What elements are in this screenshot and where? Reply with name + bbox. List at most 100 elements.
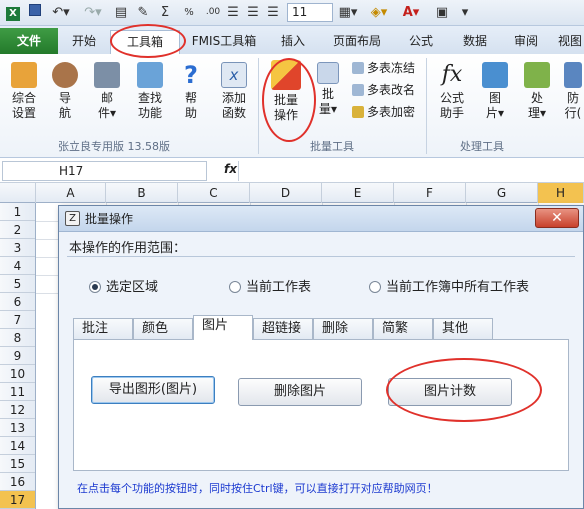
help-question-icon: ? (184, 61, 198, 89)
tab-hyperlinks[interactable]: 超链接 (253, 318, 313, 339)
customize-qat-icon[interactable]: ▾ (458, 3, 472, 22)
dialog-titlebar[interactable]: Z 批量操作 ✕ (59, 206, 583, 232)
column-header[interactable]: E (322, 183, 394, 203)
tab-page-layout[interactable]: 页面布局 (322, 30, 392, 54)
row-header[interactable]: 5 (0, 275, 35, 293)
column-header[interactable]: G (466, 183, 538, 203)
row-header[interactable]: 12 (0, 401, 35, 419)
row-header[interactable]: 7 (0, 311, 35, 329)
decimal-icon[interactable]: .00 (202, 3, 224, 22)
row-header[interactable]: 10 (0, 365, 35, 383)
row-header[interactable]: 8 (0, 329, 35, 347)
row-header[interactable]: 13 (0, 419, 35, 437)
tab-insert[interactable]: 插入 (268, 30, 318, 54)
row-header-selected[interactable]: 17 (0, 491, 35, 509)
group3-label: 处理工具 (460, 140, 504, 153)
tab-home[interactable]: 开始 (62, 30, 106, 54)
align-center-icon[interactable]: ☰ (244, 3, 262, 22)
radio-all-sheets[interactable]: 当前工作簿中所有工作表 (369, 280, 529, 296)
undo-icon[interactable]: ↶▾ (48, 3, 74, 22)
insert-function-icon[interactable]: fx (224, 162, 237, 176)
fx-icon: fx (441, 62, 463, 87)
comprehensive-settings-button[interactable]: 综合 设置 (6, 62, 42, 121)
batch-operation-dialog: Z 批量操作 ✕ 本操作的作用范围： 选定区域 当前工作表 当前工作簿中所有工作… (58, 205, 584, 509)
borders-icon[interactable]: ▦▾ (336, 3, 360, 22)
font-color-icon[interactable]: A▾ (398, 3, 424, 22)
autosum-icon[interactable]: Σ (156, 3, 174, 22)
help-hint-text: 在点击每个功能的按钮时，同时按住Ctrl键，可以直接打开对应帮助网页！ (77, 482, 438, 495)
tab-comments[interactable]: 批注 (73, 318, 133, 339)
protect-icon (564, 62, 582, 88)
rename-icon (352, 84, 364, 96)
tab-fmis-toolbox[interactable]: FMIS工具箱 (184, 30, 264, 54)
dialog-title: 批量操作 (85, 212, 134, 226)
screen-icon[interactable]: ▣ (432, 3, 452, 22)
radio-selected-range[interactable]: 选定区域 (89, 280, 158, 296)
radio-current-sheet[interactable]: 当前工作表 (229, 280, 311, 296)
format-painter-icon[interactable]: ✎ (134, 3, 152, 22)
row-header[interactable]: 14 (0, 437, 35, 455)
row-header[interactable]: 1 (0, 203, 35, 221)
row-header[interactable]: 2 (0, 221, 35, 239)
ship-wheel-icon (52, 62, 78, 88)
tab-file[interactable]: 文件 (0, 28, 58, 54)
row-header[interactable]: 11 (0, 383, 35, 401)
tab-formulas[interactable]: 公式 (396, 30, 446, 54)
protect-button[interactable]: 防 行( (562, 62, 584, 121)
tab-data[interactable]: 数据 (450, 30, 500, 54)
fill-color-icon[interactable]: ◈▾ (366, 3, 392, 22)
formula-assistant-button[interactable]: fx 公式 助手 (432, 62, 472, 121)
tab-review[interactable]: 审阅 (504, 30, 548, 54)
export-pictures-button[interactable]: 导出图形(图片) (91, 376, 215, 404)
row-header[interactable]: 6 (0, 293, 35, 311)
row-header[interactable]: 15 (0, 455, 35, 473)
column-header-selected[interactable]: H (538, 183, 584, 203)
row-header[interactable]: 9 (0, 347, 35, 365)
group-separator (258, 58, 259, 154)
tab-pictures[interactable]: 图片 (193, 315, 253, 340)
row-header[interactable]: 16 (0, 473, 35, 491)
excel-icon[interactable]: X (4, 3, 22, 22)
tab-colors[interactable]: 颜色 (133, 318, 193, 339)
multi-sheet-freeze-button[interactable]: 多表冻结 (352, 60, 415, 76)
name-box[interactable]: H17 (2, 161, 207, 181)
save-icon[interactable] (26, 3, 44, 22)
percent-icon[interactable]: % (178, 3, 200, 22)
navigation-button[interactable]: 导 航 (50, 62, 80, 121)
help-button[interactable]: ? 帮 助 (176, 62, 206, 121)
find-chart-icon (137, 62, 163, 88)
batch-list-icon (317, 62, 339, 84)
row-header[interactable]: 3 (0, 239, 35, 257)
tab-simplified-traditional[interactable]: 简繁 (373, 318, 433, 339)
radio-unchecked-icon (369, 281, 381, 293)
column-header[interactable]: B (106, 183, 178, 203)
redo-icon[interactable]: ↷▾ (80, 3, 106, 22)
column-header[interactable]: D (250, 183, 322, 203)
tab-delete[interactable]: 删除 (313, 318, 373, 339)
picture-button[interactable]: 图 片▾ (480, 62, 510, 121)
mail-button[interactable]: 邮 件▾ (90, 62, 124, 121)
ribbon-tabs: 文件 开始 工具箱 FMIS工具箱 插入 页面布局 公式 数据 审阅 视图 (0, 26, 584, 54)
column-header[interactable]: C (178, 183, 250, 203)
add-function-button[interactable]: x 添加 函数 (214, 62, 254, 121)
find-function-button[interactable]: 查找 功能 (132, 62, 168, 121)
process-button[interactable]: 处 理▾ (520, 62, 554, 121)
close-button[interactable]: ✕ (535, 208, 579, 228)
align-left-icon[interactable]: ☰ (224, 3, 242, 22)
multi-sheet-encrypt-button[interactable]: 多表加密 (352, 104, 415, 120)
tab-view[interactable]: 视图 (552, 30, 584, 54)
annotation-circle-count-button (386, 358, 542, 422)
lock-icon (352, 106, 364, 118)
print-preview-icon[interactable]: ▤ (112, 3, 130, 22)
tab-other[interactable]: 其他 (433, 318, 493, 339)
multi-sheet-rename-button[interactable]: 多表改名 (352, 82, 415, 98)
column-header[interactable]: F (394, 183, 466, 203)
row-header[interactable]: 4 (0, 257, 35, 275)
column-header[interactable]: A (36, 183, 106, 203)
batch-dropdown-button[interactable]: 批 量▾ (314, 62, 342, 117)
select-all-corner[interactable] (0, 183, 36, 203)
formula-input[interactable] (238, 161, 582, 181)
font-size-select[interactable]: 11 (287, 3, 333, 22)
delete-pictures-button[interactable]: 删除图片 (238, 378, 362, 406)
align-right-icon[interactable]: ☰ (264, 3, 282, 22)
